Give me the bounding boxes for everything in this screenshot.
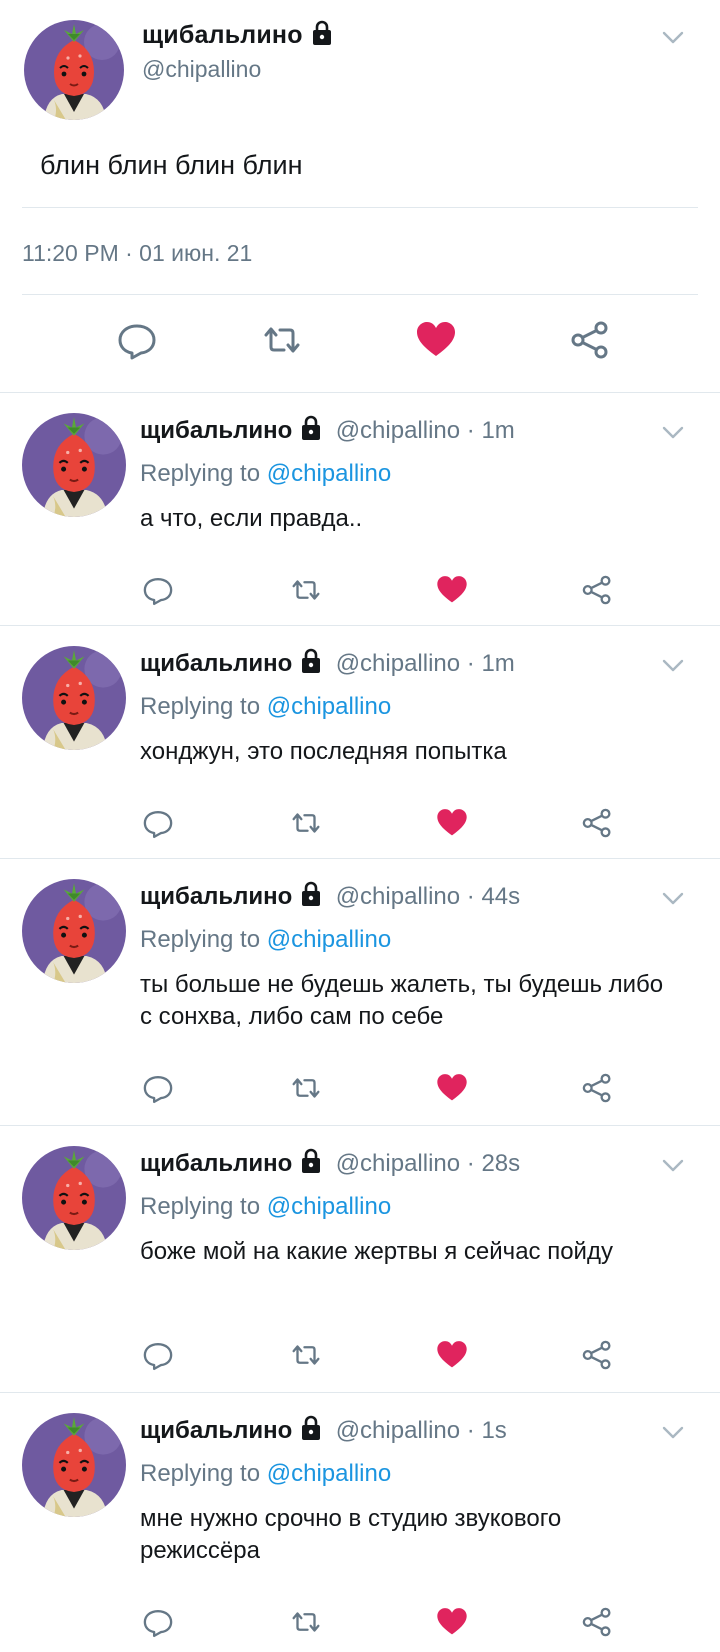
action-bar — [0, 1605, 720, 1641]
mention-link[interactable]: @chipallino — [267, 460, 391, 487]
chevron-down-icon[interactable] — [660, 652, 686, 678]
lock-icon — [299, 415, 323, 441]
tweet-header: щибальлино @chipallino · 28s — [140, 1148, 520, 1178]
avatar[interactable] — [22, 879, 126, 983]
action-bar — [0, 1338, 720, 1374]
reply-tweet: щибальлино @chipallino · 1s Replying to … — [0, 1393, 720, 1652]
avatar[interactable] — [22, 413, 126, 517]
reply-icon[interactable] — [141, 1338, 175, 1372]
reply-icon[interactable] — [141, 1605, 175, 1639]
action-bar — [0, 318, 720, 368]
retweet-icon[interactable] — [260, 318, 304, 362]
tweet-text: хонджун, это последняя попытка — [140, 738, 507, 765]
retweet-icon[interactable] — [289, 573, 323, 607]
reply-tweet: щибальлино @chipallino · 1m Replying to … — [0, 626, 720, 859]
display-name[interactable]: щибальлино — [140, 1150, 292, 1177]
share-icon[interactable] — [580, 1338, 614, 1372]
lock-icon — [299, 648, 323, 674]
reply-icon[interactable] — [115, 318, 159, 362]
chevron-down-icon[interactable] — [660, 419, 686, 445]
handle-time[interactable]: @chipallino · 28s — [336, 1150, 520, 1177]
replying-to: Replying to @chipallino — [140, 693, 391, 721]
timestamp[interactable]: 11:20 PM · 01 июн. 21 — [22, 240, 252, 267]
chevron-down-icon[interactable] — [660, 1152, 686, 1178]
mention-link[interactable]: @chipallino — [267, 693, 391, 720]
share-icon[interactable] — [580, 1071, 614, 1105]
share-icon[interactable] — [580, 806, 614, 840]
main-tweet: щибальлино @chipallino блин блин блин бл… — [0, 0, 720, 393]
reply-icon[interactable] — [141, 806, 175, 840]
replying-to: Replying to @chipallino — [140, 1193, 391, 1221]
tweet-header: щибальлино @chipallino · 44s — [140, 881, 520, 911]
tweet-text: блин блин блин блин — [40, 150, 303, 180]
avatar[interactable] — [22, 646, 126, 750]
heart-icon[interactable] — [435, 806, 469, 840]
replying-label: Replying to — [140, 460, 261, 487]
handle[interactable]: @chipallino — [142, 56, 261, 83]
handle-time[interactable]: @chipallino · 1m — [336, 650, 515, 677]
reply-icon[interactable] — [141, 1071, 175, 1105]
display-name[interactable]: щибальлино — [142, 20, 334, 50]
display-name[interactable]: щибальлино — [140, 883, 292, 910]
heart-icon[interactable] — [435, 573, 469, 607]
share-icon[interactable] — [568, 318, 612, 362]
chevron-down-icon[interactable] — [660, 885, 686, 911]
handle-time[interactable]: @chipallino · 44s — [336, 883, 520, 910]
handle-time[interactable]: @chipallino · 1m — [336, 417, 515, 444]
replying-to: Replying to @chipallino — [140, 460, 391, 488]
retweet-icon[interactable] — [289, 1605, 323, 1639]
action-bar — [0, 1071, 720, 1107]
replying-label: Replying to — [140, 926, 261, 953]
retweet-icon[interactable] — [289, 806, 323, 840]
heart-icon[interactable] — [414, 318, 458, 362]
replying-to: Replying to @chipallino — [140, 926, 391, 954]
heart-icon[interactable] — [435, 1338, 469, 1372]
mention-link[interactable]: @chipallino — [267, 926, 391, 953]
share-icon[interactable] — [580, 1605, 614, 1639]
lock-icon — [299, 1415, 323, 1441]
avatar[interactable] — [22, 1146, 126, 1250]
reply-tweet: щибальлино @chipallino · 44s Replying to… — [0, 859, 720, 1126]
replying-label: Replying to — [140, 693, 261, 720]
chevron-down-icon[interactable] — [660, 24, 686, 50]
tweet-header: щибальлино @chipallino · 1m — [140, 415, 515, 445]
lock-icon — [299, 881, 323, 907]
reply-icon[interactable] — [141, 573, 175, 607]
retweet-icon[interactable] — [289, 1071, 323, 1105]
display-name[interactable]: щибальлино — [140, 650, 292, 677]
lock-icon — [310, 20, 334, 46]
lock-icon — [299, 1148, 323, 1174]
avatar[interactable] — [22, 1413, 126, 1517]
replying-label: Replying to — [140, 1460, 261, 1487]
mention-link[interactable]: @chipallino — [267, 1193, 391, 1220]
chevron-down-icon[interactable] — [660, 1419, 686, 1445]
display-name-text[interactable]: щибальлино — [142, 21, 303, 49]
tweet-header: щибальлино @chipallino · 1m — [140, 648, 515, 678]
action-bar — [0, 573, 720, 609]
heart-icon[interactable] — [435, 1605, 469, 1639]
display-name[interactable]: щибальлино — [140, 1417, 292, 1444]
share-icon[interactable] — [580, 573, 614, 607]
tweet-text: а что, если правда.. — [140, 505, 363, 532]
display-name[interactable]: щибальлино — [140, 417, 292, 444]
reply-tweet: щибальлино @chipallino · 1m Replying to … — [0, 393, 720, 626]
replying-label: Replying to — [140, 1193, 261, 1220]
tweet-text: мне нужно срочно в студию звукового режи… — [140, 1505, 562, 1564]
tweet-text: боже мой на какие жертвы я сейчас пойду — [140, 1238, 613, 1265]
avatar[interactable] — [24, 20, 124, 120]
retweet-icon[interactable] — [289, 1338, 323, 1372]
action-bar — [0, 806, 720, 842]
tweet-text: ты больше не будешь жалеть, ты будешь ли… — [140, 971, 664, 1030]
mention-link[interactable]: @chipallino — [267, 1460, 391, 1487]
handle-time[interactable]: @chipallino · 1s — [336, 1417, 507, 1444]
tweet-header: щибальлино @chipallino · 1s — [140, 1415, 507, 1445]
divider — [22, 294, 698, 295]
divider — [22, 207, 698, 208]
replying-to: Replying to @chipallino — [140, 1460, 391, 1488]
reply-tweet: щибальлино @chipallino · 28s Replying to… — [0, 1126, 720, 1393]
heart-icon[interactable] — [435, 1071, 469, 1105]
